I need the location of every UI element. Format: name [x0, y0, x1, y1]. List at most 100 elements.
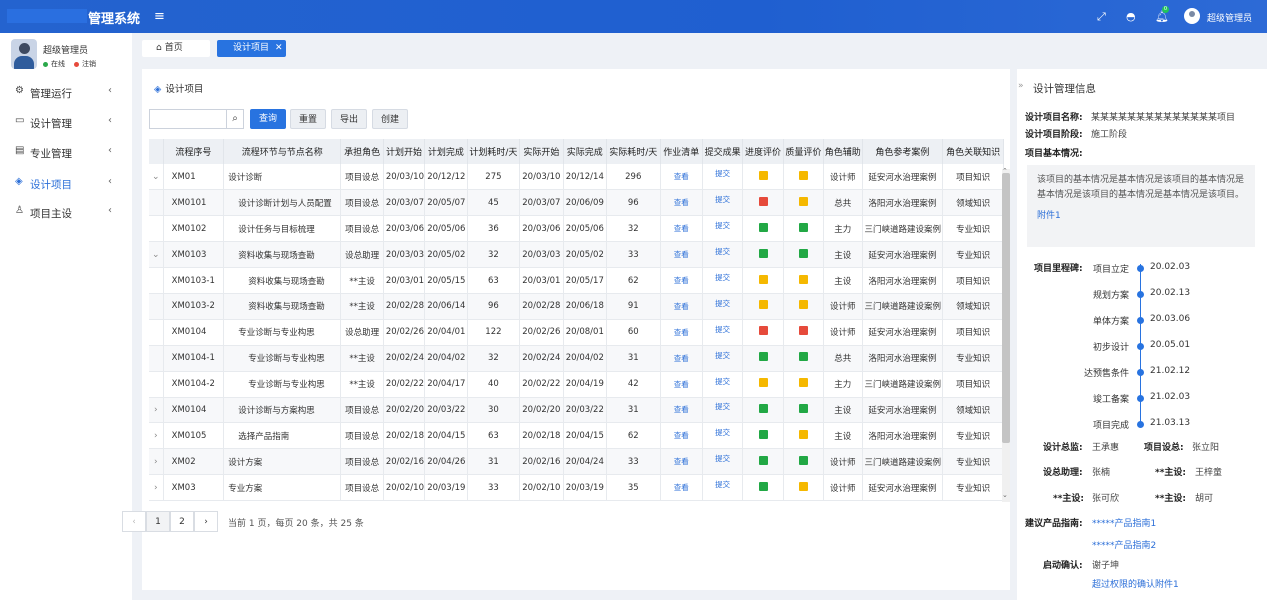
column-header[interactable]: 承担角色 — [340, 139, 384, 164]
close-icon[interactable]: ✕ — [275, 40, 283, 57]
view-link[interactable]: 查看 — [674, 198, 689, 207]
view-link[interactable]: 查看 — [674, 328, 689, 337]
next-page-button[interactable]: › — [194, 511, 218, 532]
table-row[interactable]: › XM0105 选择产品指南 项目设总 20/02/18 20/04/15 63 20/02… — [149, 422, 1004, 450]
view-link[interactable]: 查看 — [674, 172, 689, 181]
sidebar-item-design-project[interactable]: ◈ 设计项目 ‹ — [0, 169, 132, 197]
double-chevron-icon[interactable]: » — [1018, 81, 1024, 91]
scrollbar-thumb[interactable] — [1002, 173, 1010, 443]
submit-link[interactable]: 提交 — [715, 480, 730, 489]
page-1-button[interactable]: 1 — [146, 511, 170, 532]
column-header[interactable]: 流程环节与节点名称 — [223, 139, 342, 164]
table-row[interactable]: XM0102 设计任务与目标梳理 项目设总 20/03/06 20/05/06 36 20/… — [149, 215, 1004, 243]
expand-toggle-icon[interactable] — [149, 189, 164, 217]
menu-toggle-icon[interactable]: ≡ — [154, 9, 165, 24]
table-row[interactable]: › XM02 设计方案 项目设总 20/02/16 20/04/26 31 20/02/16 2… — [149, 448, 1004, 476]
reset-button[interactable]: 重置 — [290, 109, 326, 129]
submit-link[interactable]: 提交 — [715, 169, 730, 178]
table-row[interactable]: XM0103-2 资料收集与现场查勘 **主设 20/02/28 20/06/14 96 2… — [149, 293, 1004, 320]
submit-link[interactable]: 提交 — [715, 351, 730, 360]
view-link[interactable]: 查看 — [674, 302, 689, 311]
prev-page-button[interactable]: ‹ — [122, 511, 146, 532]
table-row[interactable]: XM0104-1 专业诊断与专业构思 **主设 20/02/24 20/04/02 32 2… — [149, 345, 1004, 372]
expand-toggle-icon[interactable] — [149, 345, 164, 372]
column-header[interactable]: 计划完成 — [424, 139, 468, 164]
table-row[interactable]: ⌄ XM01 设计诊断 项目设总 20/03/10 20/12/12 275 20/03/10… — [149, 164, 1004, 191]
logout-link[interactable]: 注销 — [74, 59, 96, 69]
expand-toggle-icon[interactable]: › — [149, 397, 164, 424]
table-row[interactable]: XM0104-2 专业诊断与专业构思 **主设 20/02/22 20/04/17 40 2… — [149, 371, 1004, 398]
view-link[interactable]: 查看 — [674, 483, 689, 492]
view-link[interactable]: 查看 — [674, 224, 689, 233]
expand-toggle-icon[interactable]: › — [149, 474, 164, 502]
column-header[interactable]: 提交成果 — [702, 139, 744, 164]
submit-link[interactable]: 提交 — [715, 325, 730, 334]
search-icon[interactable]: ⌕ — [226, 110, 243, 128]
dashboard-icon[interactable]: ◓ — [1126, 10, 1136, 23]
avatar[interactable] — [1184, 8, 1200, 24]
column-header[interactable]: 计划耗时/天 — [467, 139, 521, 164]
column-header[interactable]: 实际耗时/天 — [606, 139, 661, 164]
table-row[interactable]: › XM0104 设计诊断与方案构思 项目设总 20/02/20 20/03/22 30 20… — [149, 397, 1004, 424]
sidebar-item-specialty[interactable]: ▤ 专业管理 ‹ — [0, 138, 132, 166]
column-header[interactable]: 实际完成 — [563, 139, 608, 164]
column-header[interactable]: 质量评价 — [783, 139, 825, 164]
product-guide-link[interactable]: *****产品指南1 — [1092, 516, 1156, 529]
column-header[interactable]: 进度评价 — [742, 139, 784, 164]
attachment-link[interactable]: 附件1 — [1037, 209, 1245, 224]
expand-toggle-icon[interactable] — [149, 215, 164, 243]
expand-toggle-icon[interactable] — [149, 293, 164, 320]
submit-link[interactable]: 提交 — [715, 428, 730, 437]
sidebar-item-lead[interactable]: ♙ 项目主设 ‹ — [0, 198, 132, 226]
scroll-down-icon[interactable]: ⌄ — [1002, 491, 1008, 499]
submit-link[interactable]: 提交 — [715, 247, 730, 256]
table-row[interactable]: › XM03 专业方案 项目设总 20/02/10 20/03/19 33 20/02/10 2… — [149, 474, 1004, 502]
view-link[interactable]: 查看 — [674, 405, 689, 414]
tab-design-project[interactable]: 设计项目 ✕ — [217, 40, 286, 57]
column-header[interactable]: 计划开始 — [383, 139, 426, 164]
product-guide-link[interactable]: *****产品指南2 — [1092, 538, 1156, 551]
export-button[interactable]: 导出 — [331, 109, 367, 129]
confirm-attachment-link[interactable]: 超过权限的确认附件1 — [1092, 577, 1179, 590]
submit-link[interactable]: 提交 — [715, 221, 730, 230]
table-row[interactable]: XM0103-1 资料收集与现场查勘 **主设 20/03/01 20/05/15 63 2… — [149, 267, 1004, 294]
view-link[interactable]: 查看 — [674, 431, 689, 440]
expand-toggle-icon[interactable] — [149, 371, 164, 398]
sidebar-item-ops[interactable]: ⚙ 管理运行 ‹ — [0, 78, 132, 106]
expand-toggle-icon[interactable]: ⌄ — [149, 164, 164, 191]
query-button[interactable]: 查询 — [250, 109, 286, 129]
logout-label[interactable]: 注销 — [82, 60, 96, 68]
column-header[interactable]: 角色关联知识 — [942, 139, 1004, 164]
column-header[interactable]: 作业清单 — [660, 139, 703, 164]
column-header[interactable]: 流程序号 — [163, 139, 225, 164]
expand-toggle-icon[interactable]: ⌄ — [149, 241, 164, 269]
submit-link[interactable]: 提交 — [715, 377, 730, 386]
search-input[interactable]: ⌕ — [149, 109, 244, 129]
submit-link[interactable]: 提交 — [715, 402, 730, 411]
view-link[interactable]: 查看 — [674, 250, 689, 259]
fullscreen-icon[interactable]: ⤢ — [1097, 10, 1106, 24]
submit-link[interactable]: 提交 — [715, 299, 730, 308]
expand-toggle-icon[interactable] — [149, 319, 164, 346]
expand-toggle-icon[interactable] — [149, 267, 164, 294]
vertical-scrollbar[interactable]: ⌃ ⌄ — [1002, 167, 1010, 502]
expand-toggle-icon[interactable]: › — [149, 448, 164, 476]
view-link[interactable]: 查看 — [674, 457, 689, 466]
create-button[interactable]: 创建 — [372, 109, 408, 129]
expand-toggle-icon[interactable]: › — [149, 422, 164, 450]
table-row[interactable]: XM0101 设计诊断计划与人员配置 项目设总 20/03/07 20/05/07 45 2… — [149, 189, 1004, 217]
submit-link[interactable]: 提交 — [715, 273, 730, 282]
view-link[interactable]: 查看 — [674, 276, 689, 285]
submit-link[interactable]: 提交 — [715, 195, 730, 204]
tab-home[interactable]: ⌂ 首页 — [142, 40, 210, 57]
column-header[interactable]: 角色参考案例 — [862, 139, 944, 164]
user-name[interactable]: 超级管理员 — [1207, 11, 1252, 24]
table-row[interactable]: ⌄ XM0103 资料收集与现场查勘 设总助理 20/03/03 20/05/02 32 20… — [149, 241, 1004, 269]
page-2-button[interactable]: 2 — [170, 511, 194, 532]
view-link[interactable]: 查看 — [674, 354, 689, 363]
view-link[interactable]: 查看 — [674, 380, 689, 389]
submit-link[interactable]: 提交 — [715, 454, 730, 463]
sidebar-item-design-mgmt[interactable]: ▭ 设计管理 ‹ — [0, 108, 132, 136]
table-row[interactable]: XM0104 专业诊断与专业构思 设总助理 20/02/26 20/04/01 122 20… — [149, 319, 1004, 346]
column-header[interactable]: 角色辅助 — [823, 139, 863, 164]
